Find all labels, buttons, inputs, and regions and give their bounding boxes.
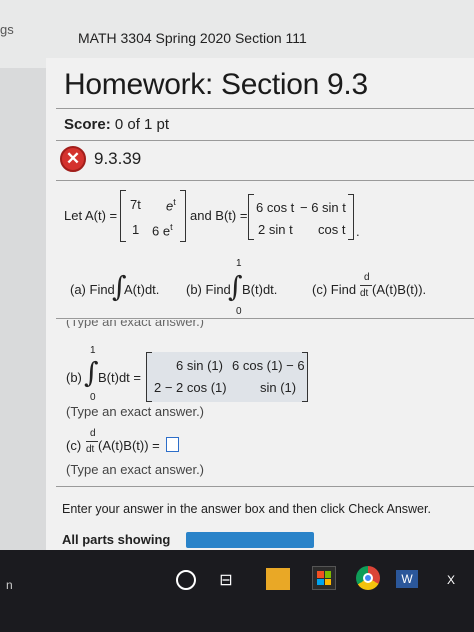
- question-number: 9.3.39: [94, 149, 142, 168]
- integral-symbol: ∫: [84, 356, 99, 389]
- incorrect-x-icon: ✕: [60, 146, 86, 172]
- part-c-expr: (A(t)B(t)).: [372, 282, 427, 297]
- parts-progress-bar[interactable]: [186, 532, 314, 548]
- matrix-b-r2c2: cos t: [318, 222, 346, 237]
- partial-hint: (Type an exact answer.): [66, 320, 205, 328]
- question-header: ✕ 9.3.39: [60, 146, 141, 172]
- part-c-label: (c) Find: [312, 282, 357, 297]
- matrix-a-left-bracket: [120, 190, 126, 242]
- answer-c-d-top: d: [90, 428, 96, 439]
- matrix-a-r2c1: 1: [132, 222, 140, 237]
- answer-matrix-left-bracket: [146, 352, 152, 402]
- file-explorer-icon[interactable]: [266, 568, 290, 590]
- store-icon[interactable]: [312, 566, 336, 590]
- integral-symbol: ∫: [228, 270, 243, 303]
- score-value: 0 of 1 pt: [114, 116, 170, 133]
- answer-b-lower-limit: 0: [90, 392, 96, 403]
- and-b-label: and B(t) =: [190, 208, 248, 223]
- score-label: Score:: [64, 116, 111, 133]
- matrix-a-r2c2: 6 et: [152, 222, 173, 239]
- matrix-b-r1c1: 6 cos t: [256, 200, 295, 215]
- part-b-expr: B(t)dt.: [242, 282, 278, 297]
- fraction-bar: [360, 285, 372, 286]
- all-parts-label: All parts showing: [62, 532, 171, 547]
- score-line: Score: 0 of 1 pt: [64, 116, 169, 133]
- matrix-a-right-bracket: [180, 190, 186, 242]
- answer-b-r1c2[interactable]: 6 cos (1) − 6: [232, 358, 305, 373]
- chrome-icon[interactable]: [356, 566, 380, 590]
- excel-icon[interactable]: X: [444, 572, 458, 588]
- cortana-search-icon[interactable]: [176, 570, 196, 590]
- answer-c-dt-bottom: dt: [86, 444, 95, 455]
- divider: [56, 486, 474, 487]
- period: .: [356, 224, 360, 239]
- answer-c-label: (c): [66, 438, 82, 453]
- answer-c-hint: (Type an exact answer.): [66, 462, 205, 477]
- divider: [56, 140, 474, 141]
- part-c-dt-bottom: dt: [360, 288, 369, 299]
- taskbar-left-label: n: [6, 578, 13, 592]
- course-title: MATH 3304 Spring 2020 Section 111: [78, 30, 307, 46]
- answer-matrix-right-bracket: [302, 352, 308, 402]
- divider: [56, 318, 474, 319]
- answer-b-label: (b): [66, 370, 82, 385]
- part-b-lower-limit: 0: [236, 306, 242, 317]
- answer-b-r2c1[interactable]: 2 − 2 cos (1): [154, 380, 227, 395]
- matrix-b-left-bracket: [248, 194, 254, 240]
- answer-b-hint: (Type an exact answer.): [66, 404, 205, 419]
- answer-b-upper-limit: 1: [90, 345, 96, 356]
- answer-b-r2c2[interactable]: sin (1): [260, 380, 296, 395]
- part-c-d-top: d: [364, 272, 370, 283]
- answer-b-r1c1[interactable]: 6 sin (1): [176, 358, 223, 373]
- matrix-b-right-bracket: [348, 194, 354, 240]
- let-a-label: Let A(t) =: [64, 208, 118, 223]
- instructions-text: Enter your answer in the answer box and …: [62, 502, 431, 516]
- matrix-a-r1c1: 7t: [130, 197, 141, 212]
- answer-c-input[interactable]: [166, 437, 179, 452]
- part-b-upper-limit: 1: [236, 258, 242, 269]
- part-b-label: (b) Find: [186, 282, 231, 297]
- divider: [56, 180, 474, 181]
- fraction-bar: [86, 441, 98, 442]
- matrix-b-r2c1: 2 sin t: [258, 222, 293, 237]
- matrix-b-r1c2: − 6 sin t: [300, 200, 346, 215]
- task-view-icon[interactable]: ⊟: [214, 568, 238, 592]
- part-a-label: (a) Find: [70, 282, 115, 297]
- homework-title: Homework: Section 9.3: [64, 68, 368, 101]
- divider: [56, 108, 474, 109]
- answer-c-expr: (A(t)B(t)) =: [98, 438, 160, 453]
- part-a-expr: A(t)dt.: [124, 282, 160, 297]
- matrix-a-r1c2: et: [166, 197, 176, 214]
- breadcrumb[interactable]: gs: [0, 22, 14, 37]
- word-icon[interactable]: W: [396, 570, 418, 588]
- answer-b-expr: B(t)dt =: [98, 370, 141, 385]
